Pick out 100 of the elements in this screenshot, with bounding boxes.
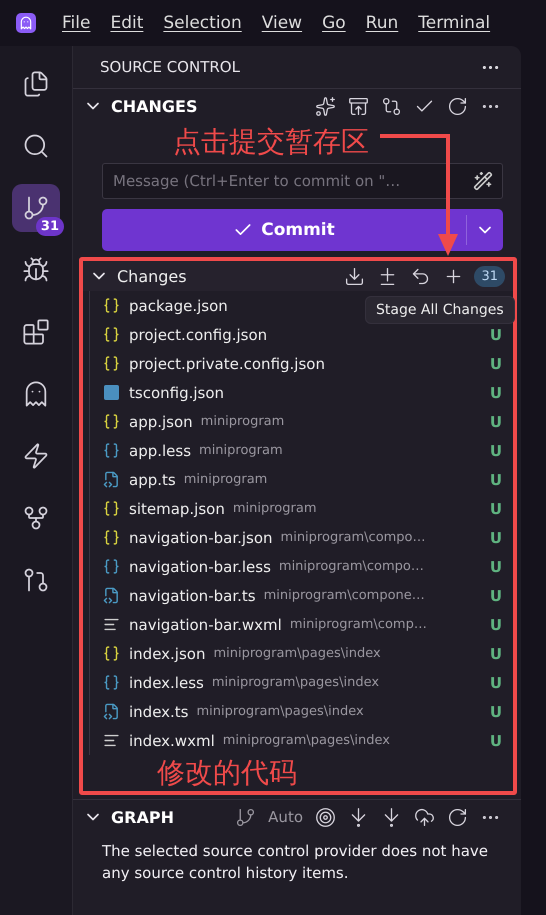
mode-label[interactable]: Auto — [268, 808, 303, 826]
fork-icon — [22, 504, 50, 532]
file-name: navigation-bar.ts — [129, 586, 256, 604]
braces-icon — [103, 500, 120, 517]
section-title: GRAPH — [111, 808, 175, 826]
square-file-icon — [103, 384, 120, 401]
file-name: app.ts — [129, 470, 176, 488]
file-name: project.private.config.json — [129, 354, 325, 372]
compare-icon[interactable] — [381, 96, 402, 116]
menu-item[interactable]: Edit — [110, 13, 144, 33]
file-name: project.config.json — [129, 326, 268, 344]
file-name: index.json — [129, 644, 206, 662]
file-path: miniprogram — [184, 472, 268, 487]
file-name: index.less — [129, 674, 204, 692]
status-letter: U — [489, 586, 503, 604]
status-letter: U — [489, 674, 503, 692]
menu-item[interactable]: View — [262, 13, 302, 33]
download-icon[interactable] — [344, 266, 366, 286]
empty-message: The selected source control provider does not have any source control history items. — [102, 841, 490, 884]
status-letter: U — [489, 616, 503, 634]
menu-item[interactable]: Run — [366, 13, 398, 33]
refresh-icon[interactable] — [447, 806, 468, 828]
file-row[interactable]: project.private.config.json U — [90, 349, 513, 378]
target-icon[interactable] — [315, 806, 336, 828]
file-row[interactable]: tsconfig.json U — [90, 378, 513, 407]
file-row[interactable]: app.less miniprogram U — [90, 436, 513, 465]
status-letter: U — [489, 644, 503, 662]
file-row[interactable]: navigation-bar.wxml miniprogram\comp… U — [90, 610, 513, 639]
status-letter: U — [489, 702, 503, 720]
bug-icon — [22, 256, 50, 284]
status-letter: U — [489, 354, 503, 372]
sparkle-icon[interactable] — [315, 96, 336, 116]
pull-request-icon — [22, 566, 50, 594]
file-path: miniprogram\pages\index — [213, 646, 381, 661]
code-file-icon — [103, 471, 120, 488]
cloud-upload-icon[interactable] — [414, 806, 435, 828]
status-letter: U — [489, 732, 503, 750]
commit-message-field[interactable]: Message (Ctrl+Enter to commit on "… — [102, 163, 503, 199]
panel-title: SOURCE CONTROL — [100, 58, 240, 76]
file-row[interactable]: index.json miniprogram\pages\index U — [90, 639, 513, 668]
file-row[interactable]: index.less miniprogram\pages\index U — [90, 668, 513, 697]
file-row[interactable]: index.ts miniprogram\pages\index U — [90, 697, 513, 726]
file-row[interactable]: app.json miniprogram U — [90, 407, 513, 436]
section-title: CHANGES — [111, 96, 198, 116]
status-letter: U — [489, 384, 503, 402]
braces-icon — [103, 326, 120, 343]
search-icon — [22, 132, 50, 160]
file-name: app.json — [129, 412, 193, 430]
file-path: miniprogram\comp… — [290, 617, 427, 632]
status-letter: U — [489, 528, 503, 546]
file-path: miniprogram\compo… — [278, 559, 424, 574]
status-letter: U — [489, 470, 503, 488]
status-letter: U — [489, 558, 503, 576]
tray-icon[interactable] — [348, 96, 369, 116]
braces-icon — [103, 674, 120, 691]
count-badge: 31 — [474, 266, 505, 286]
file-name: app.less — [129, 442, 192, 460]
file-name: index.ts — [129, 702, 189, 720]
file-path: miniprogram\compo… — [280, 530, 426, 545]
braces-icon — [103, 645, 120, 662]
file-name: navigation-bar.less — [129, 558, 271, 576]
file-name: tsconfig.json — [129, 384, 224, 402]
branch-icon — [22, 194, 50, 222]
annotation-text: 点击提交暂存区 — [173, 124, 369, 160]
refresh-icon[interactable] — [447, 96, 468, 116]
file-row[interactable]: index.wxml miniprogram\pages\index U — [90, 726, 513, 755]
braces-icon — [103, 413, 120, 430]
lightning-icon — [22, 442, 50, 470]
file-path: miniprogram\pages\index — [196, 704, 364, 719]
lines-icon — [103, 616, 120, 633]
menu-item[interactable]: File — [62, 13, 90, 33]
file-row[interactable]: navigation-bar.json miniprogram\compo… U — [90, 523, 513, 552]
commit-button[interactable]: Commit — [102, 209, 503, 251]
file-row[interactable]: sitemap.json miniprogram U — [90, 494, 513, 523]
count-badge: 31 — [36, 217, 64, 236]
braces-icon — [103, 442, 120, 459]
menu-item[interactable]: Selection — [163, 13, 242, 33]
file-name: package.json — [129, 296, 228, 314]
blocks-icon — [22, 318, 50, 346]
branch-icon[interactable] — [235, 806, 256, 828]
app-logo[interactable] — [16, 13, 36, 33]
braces-icon — [103, 355, 120, 372]
files-icon — [22, 70, 50, 98]
file-path: miniprogram — [199, 443, 283, 458]
braces-icon — [103, 297, 120, 314]
menu-item[interactable]: Terminal — [418, 13, 490, 33]
file-path: miniprogram\pages\index — [212, 675, 380, 690]
file-path: miniprogram\compone… — [264, 588, 425, 603]
file-name: sitemap.json — [129, 500, 225, 518]
file-row[interactable]: app.ts miniprogram U — [90, 465, 513, 494]
file-row[interactable]: navigation-bar.less miniprogram\compo… U — [90, 552, 513, 581]
status-letter: U — [489, 412, 503, 430]
wand-icon[interactable] — [473, 171, 493, 191]
menu-item[interactable]: Go — [322, 13, 346, 33]
lines-icon — [103, 732, 120, 749]
status-letter: U — [489, 442, 503, 460]
tooltip: Stage All Changes — [365, 296, 515, 324]
file-row[interactable]: navigation-bar.ts miniprogram\compone… U — [90, 581, 513, 610]
group-title: Changes — [117, 266, 188, 286]
file-name: navigation-bar.wxml — [129, 616, 282, 634]
